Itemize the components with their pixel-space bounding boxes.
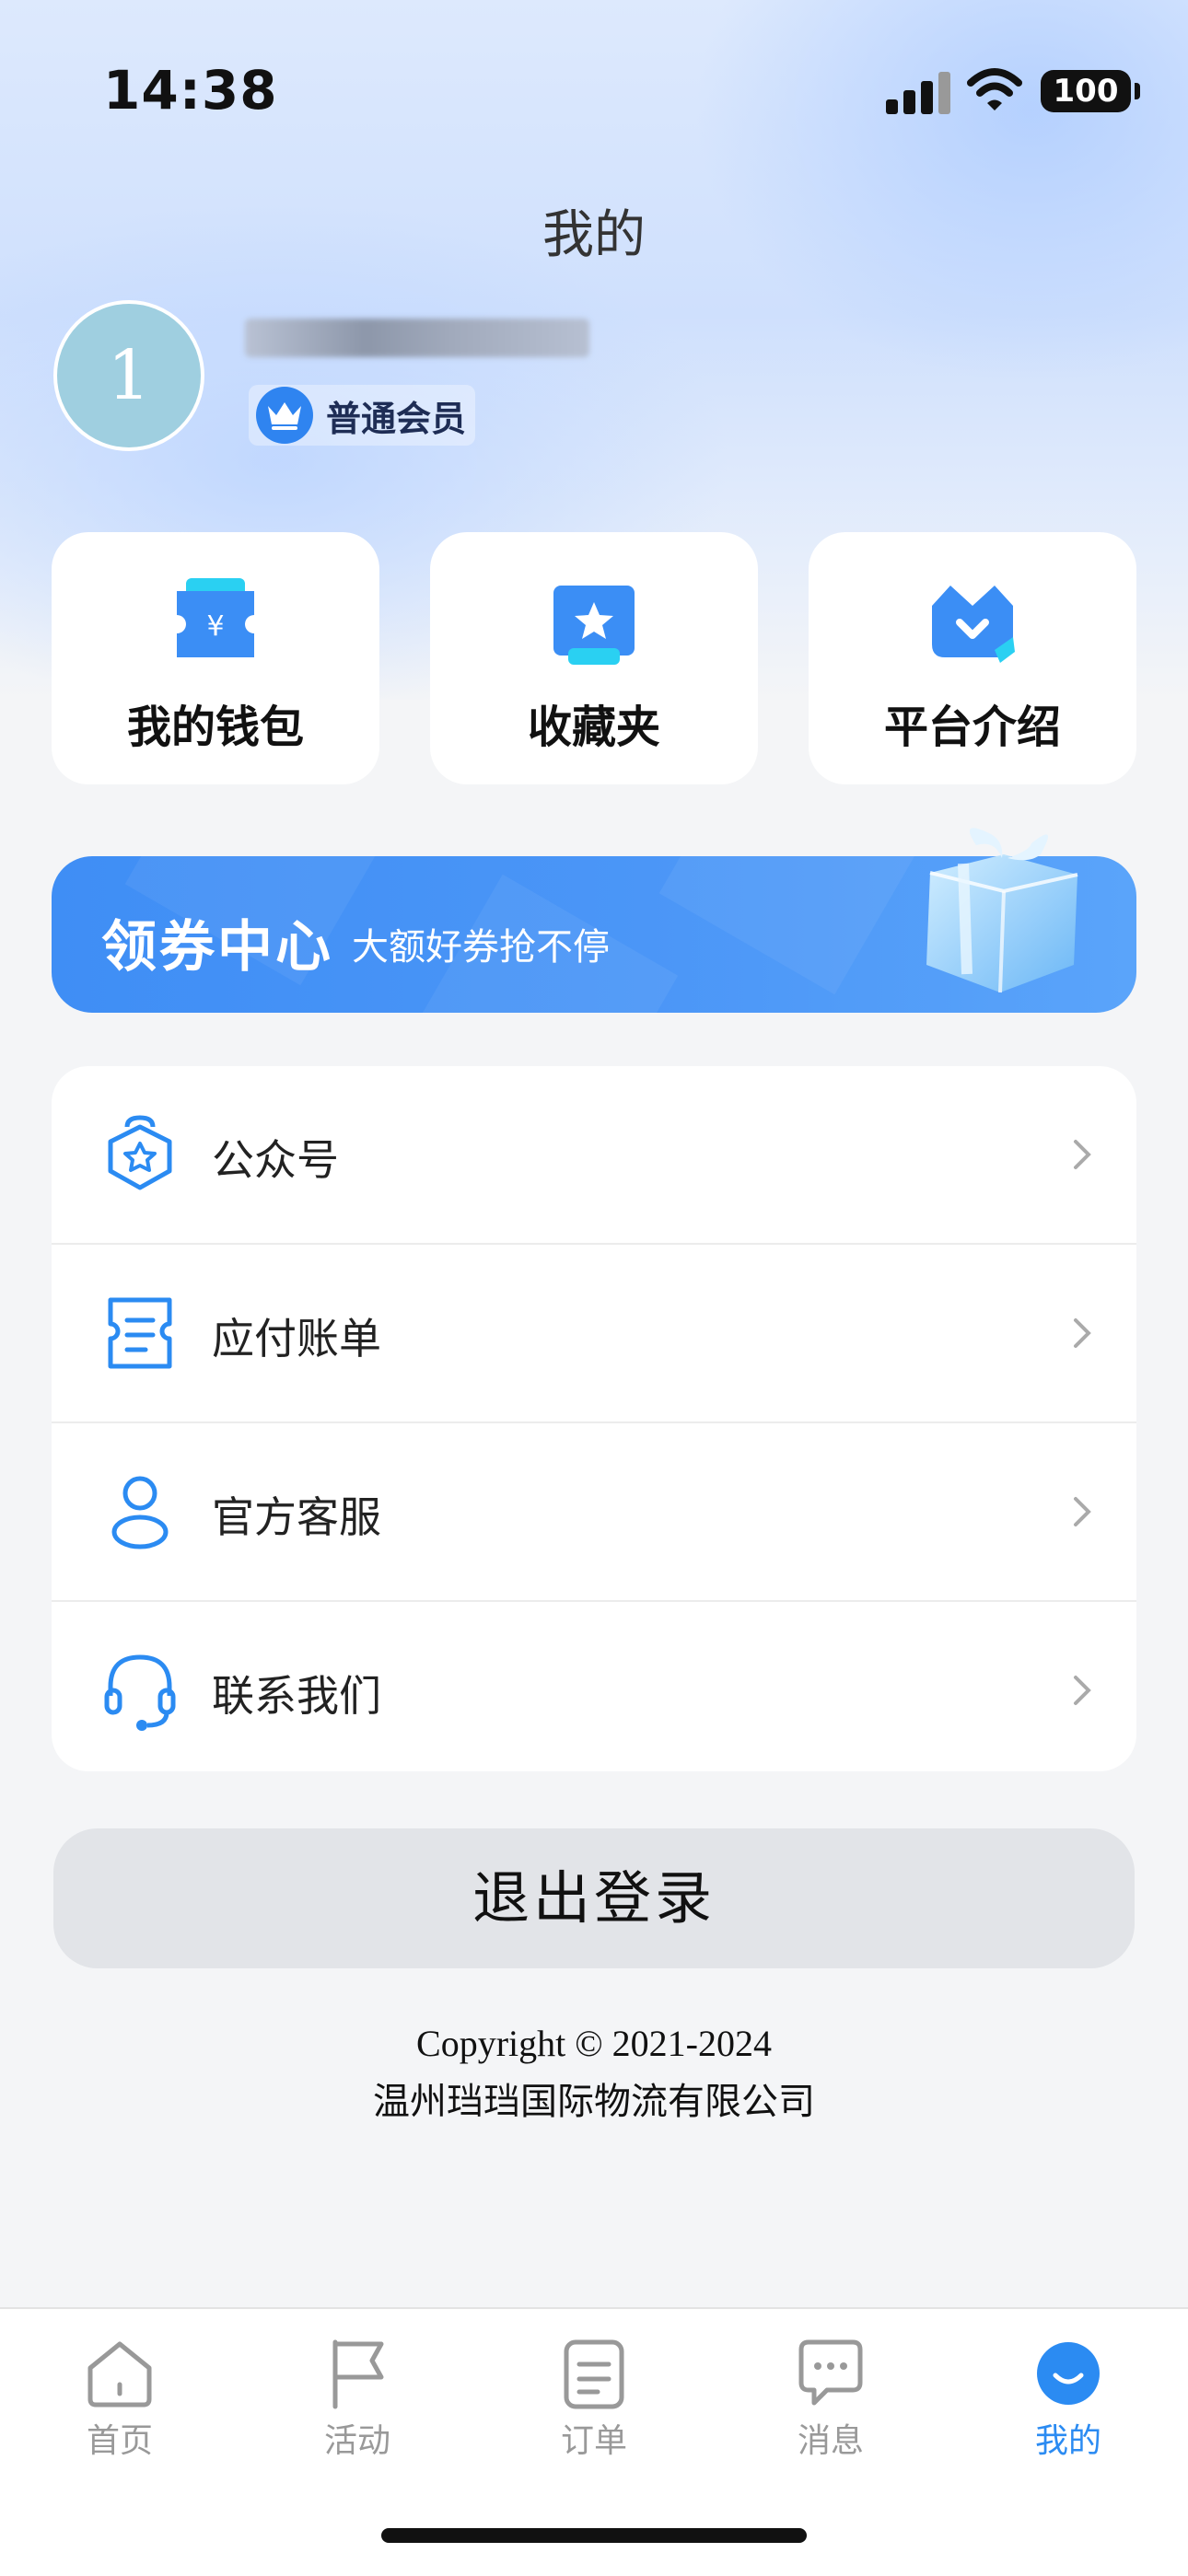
tab-orders[interactable]: 订单 (502, 2327, 686, 2460)
chevron-right-icon (1074, 1497, 1091, 1526)
page-title: 我的 (542, 205, 646, 265)
member-badge[interactable]: 普通会员 (249, 385, 476, 446)
menu-item-customer-service[interactable]: 官方客服 (52, 1423, 1136, 1600)
battery-icon: 100 (1041, 70, 1131, 112)
menu-list: 公众号 应付账单 官方客服 联系我们 (52, 1066, 1136, 1771)
banner-subtitle: 大额好券抢不停 (352, 926, 610, 969)
menu-item-public-account[interactable]: 公众号 (52, 1066, 1136, 1243)
username-blurred (245, 319, 589, 357)
flag-icon (332, 2339, 384, 2409)
member-level: 普通会员 (326, 398, 467, 439)
gift-box-icon (926, 828, 1078, 993)
profile-smile-icon (1037, 2342, 1100, 2405)
headset-icon (104, 1654, 176, 1731)
chevron-right-icon (1074, 1140, 1091, 1169)
tab-label: 订单 (560, 2422, 627, 2460)
tab-messages[interactable]: 消息 (739, 2327, 923, 2460)
crown-icon (256, 387, 313, 444)
favorites-card[interactable]: 收藏夹 (430, 532, 758, 784)
menu-item-label: 官方客服 (212, 1492, 381, 1542)
copyright-text: Copyright © 2021-2024 (416, 2023, 772, 2064)
tab-activity[interactable]: 活动 (265, 2327, 449, 2460)
tab-label: 首页 (86, 2422, 153, 2460)
avatar[interactable]: 1 (53, 300, 204, 451)
wallet-label: 我的钱包 (126, 702, 304, 753)
tab-home[interactable]: 首页 (28, 2327, 212, 2460)
bill-receipt-icon (108, 1297, 172, 1369)
wallet-card[interactable]: ¥ 我的钱包 (52, 532, 379, 784)
home-indicator[interactable] (381, 2528, 807, 2543)
wallet-ticket-icon: ¥ (177, 578, 254, 657)
menu-item-label: 公众号 (212, 1135, 339, 1185)
wifi-icon (967, 68, 1022, 110)
menu-item-contact-us[interactable]: 联系我们 (52, 1602, 1136, 1771)
crown-badge-icon (932, 586, 1015, 663)
menu-item-label: 联系我们 (212, 1671, 381, 1721)
logout-button[interactable]: 退出登录 (53, 1828, 1135, 1968)
tab-mine[interactable]: 我的 (976, 2327, 1160, 2460)
banner-title: 领券中心 (101, 915, 333, 980)
tab-label: 活动 (323, 2422, 390, 2460)
status-time: 14:38 (103, 59, 278, 122)
menu-item-payable-bill[interactable]: 应付账单 (52, 1245, 1136, 1421)
platform-intro-label: 平台介绍 (883, 702, 1061, 753)
person-icon (111, 1476, 169, 1549)
svg-text:¥: ¥ (206, 610, 224, 643)
chevron-right-icon (1074, 1676, 1091, 1705)
tab-label: 我的 (1034, 2422, 1101, 2460)
status-bar: 14:38 100 (0, 0, 1188, 184)
home-icon (87, 2341, 152, 2408)
cellular-signal-icon (886, 70, 950, 114)
favorites-label: 收藏夹 (527, 702, 660, 753)
favorites-star-icon (553, 586, 635, 665)
chevron-right-icon (1074, 1318, 1091, 1348)
order-document-icon (564, 2339, 624, 2409)
company-name: 温州珰珰国际物流有限公司 (373, 2081, 815, 2123)
battery-tip (1135, 83, 1140, 99)
public-account-icon (108, 1115, 172, 1190)
message-bubble-icon (798, 2339, 863, 2406)
menu-item-label: 应付账单 (212, 1314, 381, 1363)
tab-label: 消息 (797, 2422, 864, 2460)
platform-intro-card[interactable]: 平台介绍 (809, 532, 1136, 784)
